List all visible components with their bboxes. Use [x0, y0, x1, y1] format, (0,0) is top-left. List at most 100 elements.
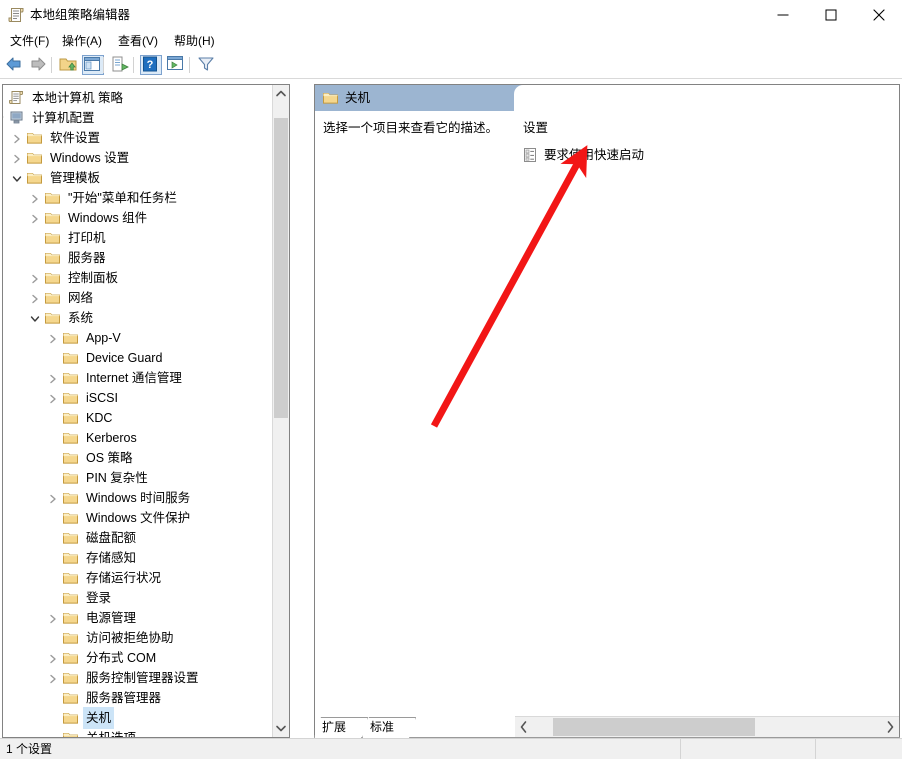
filter-funnel-icon[interactable] [196, 55, 218, 75]
scroll-up-button[interactable] [273, 85, 289, 102]
tree-item[interactable]: 系统 [3, 307, 273, 327]
tree-item-label: 存储感知 [86, 551, 137, 565]
tree-item-label: OS 策略 [86, 451, 133, 465]
tree-item[interactable]: 关机 [3, 707, 273, 729]
folder-icon [27, 150, 42, 164]
maximize-button[interactable] [808, 0, 854, 30]
tree-item[interactable]: 分布式 COM [3, 647, 273, 667]
column-header-setting[interactable]: 设置 [523, 119, 548, 137]
tree-item[interactable]: App-V [3, 327, 273, 347]
close-button[interactable] [856, 0, 902, 30]
folder-icon [63, 730, 78, 737]
chevron-right-icon[interactable] [29, 291, 41, 304]
description-placeholder: 选择一个项目来查看它的描述。 [323, 121, 499, 135]
tree-item[interactable]: 磁盘配额 [3, 527, 273, 547]
tree-item[interactable]: 打印机 [3, 227, 273, 247]
tree-item[interactable]: Windows 设置 [3, 147, 273, 167]
chevron-right-icon[interactable] [47, 611, 59, 624]
tree-item[interactable]: 管理模板 [3, 167, 273, 187]
policy-tree[interactable]: 本地计算机 策略 计算机配置软件设置 Windows 设置 管理模板 "开始"菜单和任务… [3, 85, 273, 737]
folder-icon [63, 470, 78, 484]
tree-item[interactable]: 登录 [3, 587, 273, 607]
tree-item[interactable]: 服务器管理器 [3, 687, 273, 707]
tree-item[interactable]: Windows 组件 [3, 207, 273, 227]
chevron-down-icon[interactable] [11, 171, 23, 183]
tree-item[interactable]: iSCSI [3, 387, 273, 407]
tree-item-label: Windows 文件保护 [86, 511, 191, 525]
chevron-right-icon[interactable] [11, 151, 23, 164]
tab-label: 标准 [370, 720, 395, 734]
back-arrow-icon[interactable] [4, 55, 26, 75]
console-tree-icon[interactable] [82, 55, 104, 75]
tree-item[interactable]: 计算机配置 [3, 107, 273, 127]
settings-list[interactable]: 设置 要求使用快速启动 [515, 111, 899, 715]
tree-item[interactable]: KDC [3, 407, 273, 427]
folder-icon [63, 370, 78, 384]
tree-item[interactable]: Windows 时间服务 [3, 487, 273, 507]
tree-item-label: 软件设置 [50, 131, 101, 145]
export-list-icon[interactable] [110, 55, 132, 75]
tab-label: 扩展 [322, 720, 347, 734]
menu-help[interactable]: 帮助(H) [168, 32, 221, 50]
folder-up-icon[interactable] [58, 55, 80, 75]
folder-icon [63, 390, 78, 404]
menu-file[interactable]: 文件(F) [4, 32, 55, 50]
tree-item[interactable]: Internet 通信管理 [3, 367, 273, 387]
tree-item[interactable]: "开始"菜单和任务栏 [3, 187, 273, 207]
chevron-right-icon[interactable] [47, 371, 59, 384]
chevron-down-icon[interactable] [29, 311, 41, 323]
chevron-right-icon[interactable] [47, 491, 59, 504]
help-question-icon[interactable]: ? [140, 55, 162, 75]
folder-icon [63, 570, 78, 584]
tree-item[interactable]: OS 策略 [3, 447, 273, 467]
chevron-down-icon[interactable] [3, 111, 5, 123]
folder-icon [63, 450, 78, 464]
tree-item[interactable]: 控制面板 [3, 267, 273, 287]
tree-item[interactable]: 访问被拒绝协助 [3, 627, 273, 647]
tree-item[interactable]: 软件设置 [3, 127, 273, 147]
tree-item[interactable]: PIN 复杂性 [3, 467, 273, 487]
window-pane-icon[interactable] [166, 55, 188, 75]
tree-item[interactable]: 服务器 [3, 247, 273, 267]
minimize-button[interactable] [760, 0, 806, 30]
chevron-right-icon[interactable] [47, 331, 59, 344]
status-text: 1 个设置 [6, 742, 53, 756]
chevron-right-icon[interactable] [29, 271, 41, 284]
scroll-thumb[interactable] [274, 118, 288, 418]
menu-view[interactable]: 查看(V) [112, 32, 164, 50]
tree-item-label: 关机 [83, 707, 115, 729]
group-policy-editor-window: 本地组策略编辑器 文件(F) 操作(A) 查看(V) 帮助(H) ? 本地计算机… [0, 0, 902, 759]
tree-item[interactable]: 存储运行状况 [3, 567, 273, 587]
chevron-right-icon[interactable] [47, 671, 59, 684]
tree-item[interactable]: 关机选项 [3, 727, 273, 737]
tree-item[interactable]: 本地计算机 策略 [3, 87, 273, 107]
folder-icon [45, 290, 60, 304]
tree-vertical-scrollbar[interactable] [272, 85, 289, 737]
tab-extended[interactable]: 扩展 [314, 717, 368, 738]
scroll-down-button[interactable] [273, 720, 289, 737]
chevron-right-icon[interactable] [11, 131, 23, 144]
tree-item[interactable]: Windows 文件保护 [3, 507, 273, 527]
folder-icon [45, 270, 60, 284]
chevron-right-icon[interactable] [29, 191, 41, 204]
chevron-right-icon[interactable] [47, 651, 59, 664]
tree-item[interactable]: 存储感知 [3, 547, 273, 567]
tree-item[interactable]: 服务控制管理器设置 [3, 667, 273, 687]
chevron-right-icon[interactable] [29, 211, 41, 224]
view-tabs: 扩展 标准 [314, 716, 900, 738]
tree-item[interactable]: Kerberos [3, 427, 273, 447]
folder-icon [63, 610, 78, 624]
tree-item-label: 系统 [68, 311, 94, 325]
chevron-right-icon[interactable] [47, 391, 59, 404]
tree-item-label: 服务器管理器 [86, 691, 162, 705]
toolbar-separator [51, 57, 52, 73]
forward-arrow-icon[interactable] [28, 55, 50, 75]
menu-action[interactable]: 操作(A) [56, 32, 108, 50]
tree-item[interactable]: 网络 [3, 287, 273, 307]
tab-standard[interactable]: 标准 [362, 717, 416, 738]
tree-item-label: "开始"菜单和任务栏 [68, 191, 177, 205]
tree-item-label: PIN 复杂性 [86, 471, 148, 485]
tree-item[interactable]: 电源管理 [3, 607, 273, 627]
tree-item[interactable]: Device Guard [3, 347, 273, 367]
tree-item-label: 打印机 [68, 231, 106, 245]
